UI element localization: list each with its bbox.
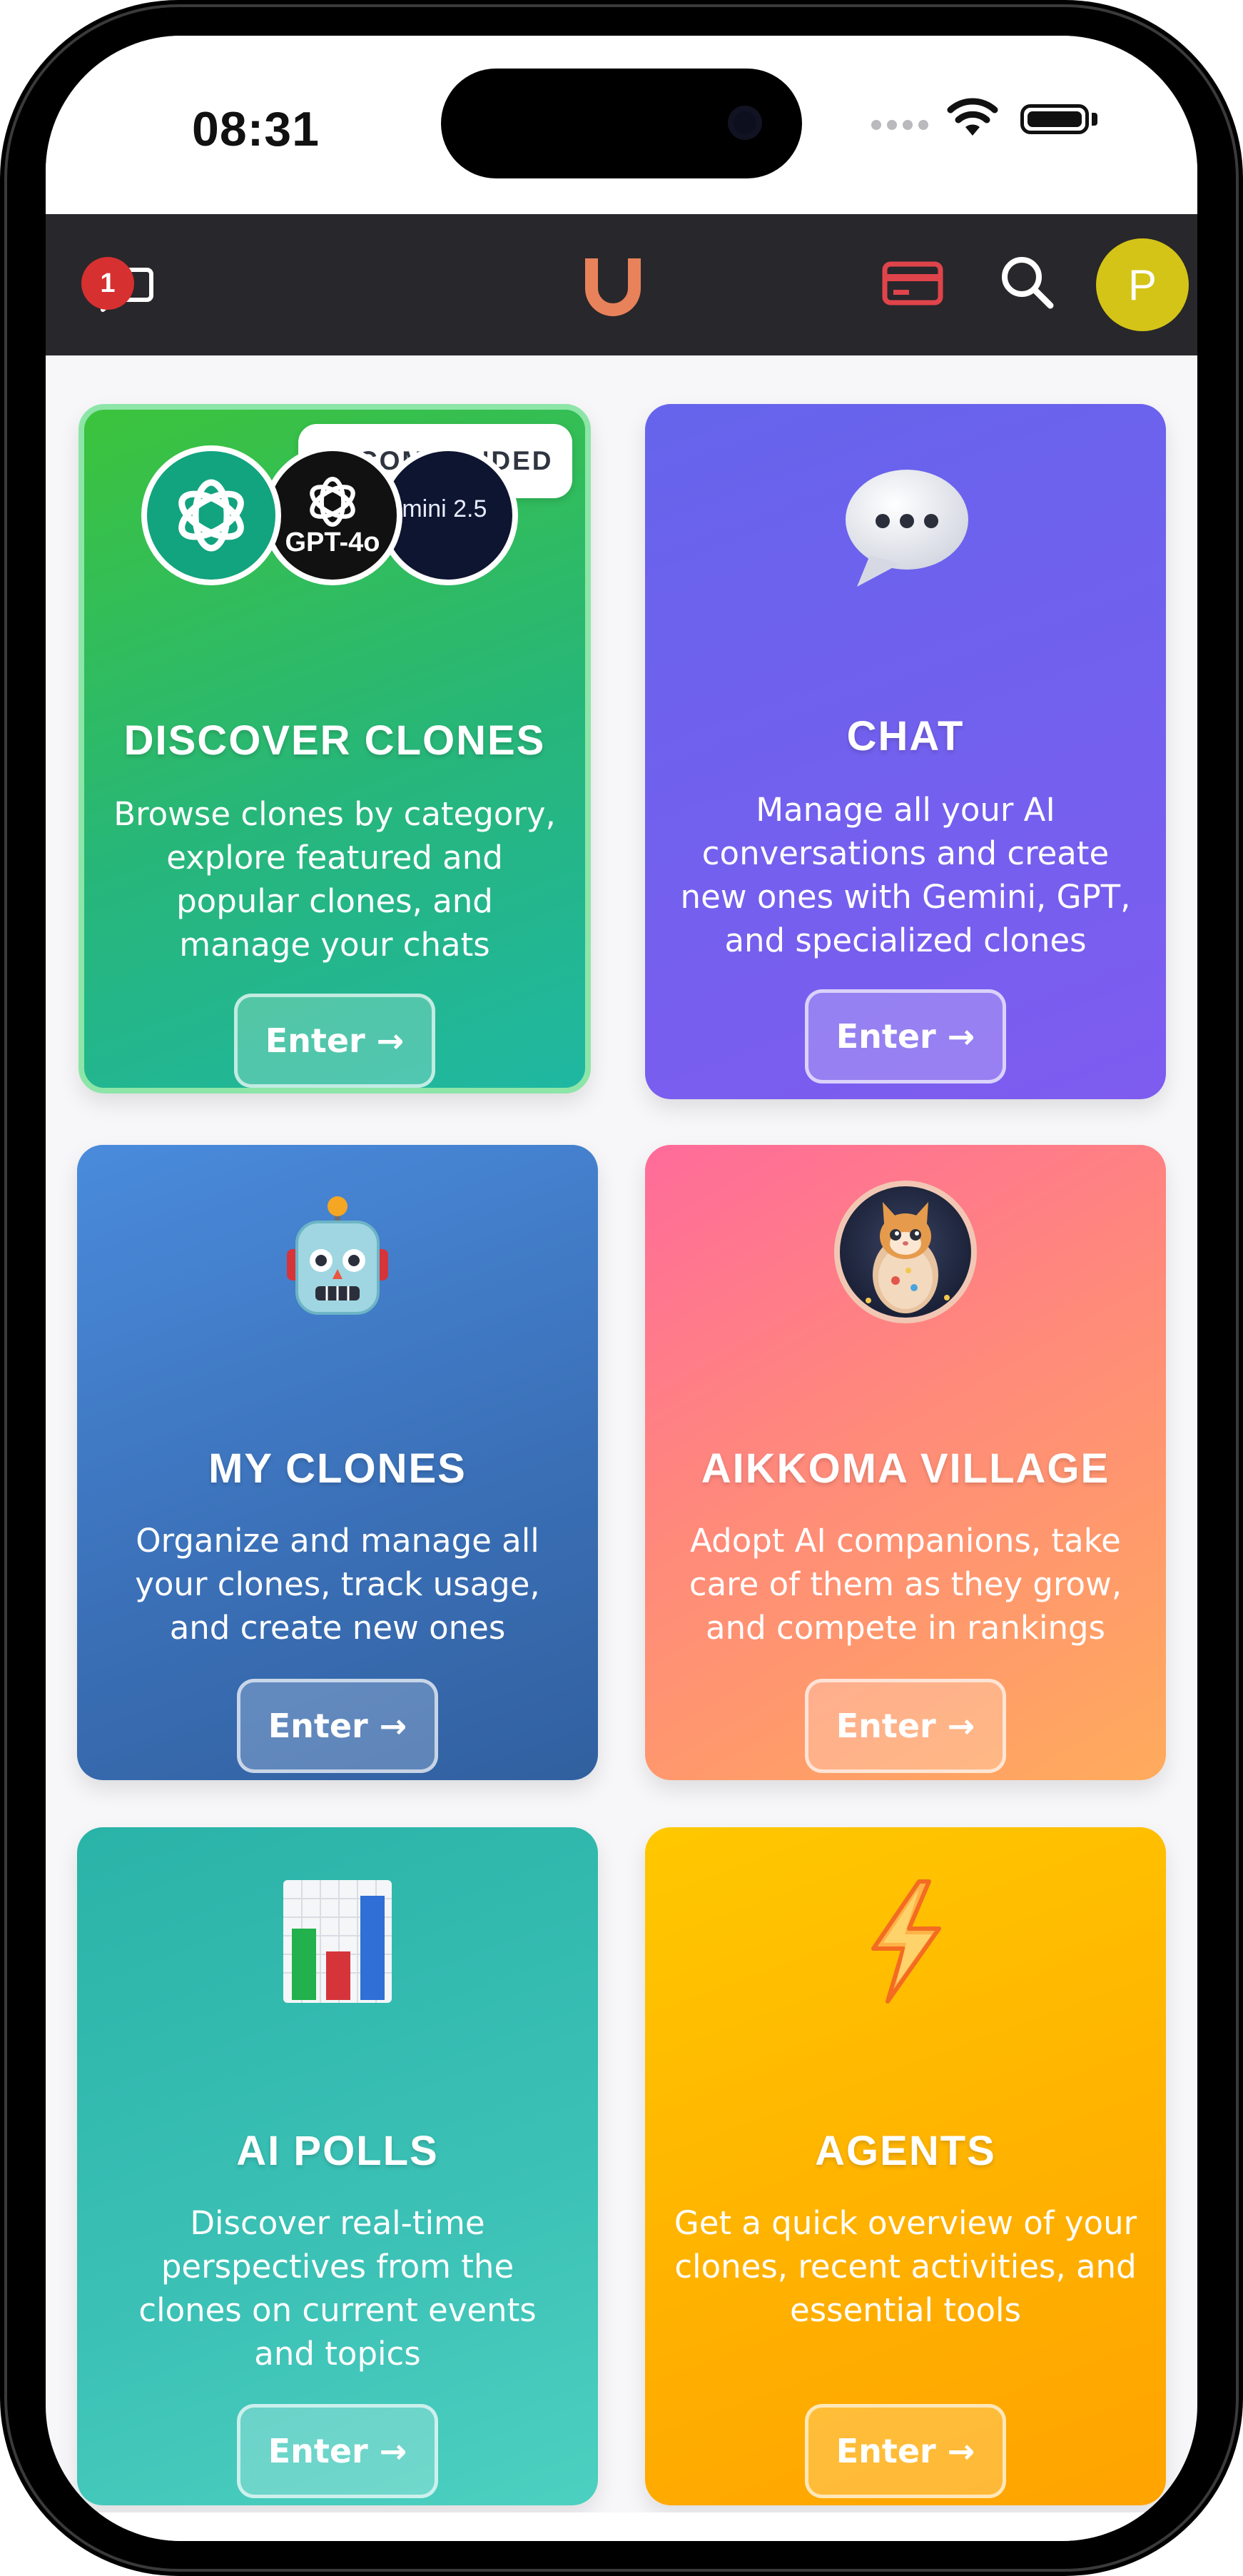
card-description: Adopt AI companions, take care of them a… xyxy=(689,1522,1122,1647)
enter-village-button[interactable]: Enter → xyxy=(805,1679,1006,1773)
card-description: Organize and manage all your clones, tra… xyxy=(135,1522,540,1647)
card-description: Browse clones by category, explore featu… xyxy=(113,795,556,964)
card-title: AGENTS xyxy=(815,2128,996,2174)
user-avatar[interactable]: P xyxy=(1096,238,1189,331)
wifi-icon xyxy=(947,98,998,136)
dynamic-island xyxy=(441,69,802,178)
search-icon xyxy=(1002,257,1054,309)
speech-bubble-icon xyxy=(841,464,970,595)
card-agents[interactable]: AGENTS Get a quick overview of your clon… xyxy=(645,1827,1166,2505)
card-aikkoma-village[interactable]: AIKKOMA VILLAGE Adopt AI companions, tak… xyxy=(645,1145,1166,1780)
card-title: MY CLONES xyxy=(208,1445,467,1492)
app-header: 1 U P xyxy=(46,214,1197,355)
phone-frame: 08:31 1 P GPT-4o Gemini 2.5 DISCOVER CLO… xyxy=(0,0,1243,2576)
battery-nub xyxy=(1092,113,1097,126)
cellular-signal-icon xyxy=(871,120,928,130)
screen: 08:31 1 P GPT-4o Gemini 2.5 DISCOVER CLO… xyxy=(46,36,1197,2541)
bar-chart-icon xyxy=(280,1877,395,2009)
bottom-edge xyxy=(46,2512,1197,2541)
enter-agents-button[interactable]: Enter → xyxy=(805,2404,1006,2498)
messages-button[interactable]: 1 xyxy=(63,243,156,321)
enter-discover-button[interactable]: Enter → xyxy=(234,994,435,1088)
card-title: AI POLLS xyxy=(236,2128,439,2174)
openai-logo-icon xyxy=(141,445,281,585)
robot-icon xyxy=(277,1195,398,1326)
card-discover-clones[interactable]: GPT-4o Gemini 2.5 RECOMMENDED DISCOVER C… xyxy=(78,404,591,1093)
logo-u-icon xyxy=(585,258,641,316)
gpt-4o-label: GPT-4o xyxy=(285,527,380,557)
card-chat[interactable]: CHAT Manage all your AI conversations an… xyxy=(645,404,1166,1099)
gpt-4o-logo-icon: GPT-4o xyxy=(263,445,402,585)
enter-chat-button[interactable]: Enter → xyxy=(805,989,1006,1084)
card-title: DISCOVER CLONES xyxy=(123,717,546,764)
kitten-egg-avatar xyxy=(834,1181,977,1323)
credit-card-icon xyxy=(882,261,943,305)
notification-badge: 1 xyxy=(81,257,134,310)
card-description: Discover real-time perspectives from the… xyxy=(138,2204,537,2373)
card-ai-polls[interactable]: AI POLLS Discover real-time perspectives… xyxy=(77,1827,598,2505)
card-title: AIKKOMA VILLAGE xyxy=(701,1445,1110,1492)
enter-polls-button[interactable]: Enter → xyxy=(237,2404,438,2498)
credit-card-button[interactable] xyxy=(881,256,945,313)
enter-my-clones-button[interactable]: Enter → xyxy=(237,1679,438,1773)
app-logo[interactable]: U xyxy=(574,247,652,325)
card-description: Get a quick overview of your clones, rec… xyxy=(674,2204,1137,2329)
lightning-icon xyxy=(859,1877,952,2009)
camera-icon xyxy=(728,106,762,140)
status-time: 08:31 xyxy=(192,102,320,156)
card-description: Manage all your AI conversations and cre… xyxy=(680,791,1131,959)
battery-icon xyxy=(1020,104,1089,134)
card-my-clones[interactable]: MY CLONES Organize and manage all your c… xyxy=(77,1145,598,1780)
status-bar: 08:31 xyxy=(46,36,1197,214)
card-title: CHAT xyxy=(846,713,965,759)
search-button[interactable] xyxy=(995,250,1059,314)
